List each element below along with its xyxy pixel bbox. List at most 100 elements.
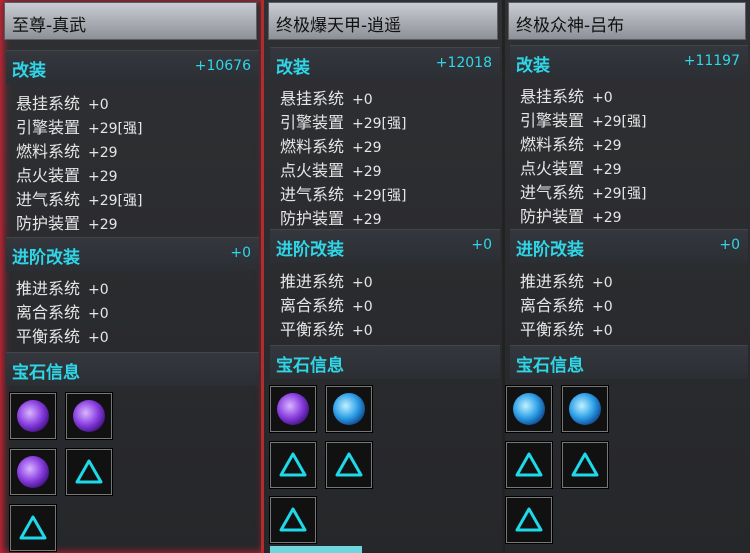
mod-name: 防护装置: [280, 209, 345, 228]
purple-gem-icon[interactable]: [66, 393, 112, 439]
mod-value: +29[强]: [352, 188, 407, 204]
mod-name: 点火装置: [280, 161, 345, 180]
panel-title-bar: 终极众神-吕布: [508, 2, 746, 40]
mod-row: 引擎装置 +29[强]: [16, 114, 142, 138]
mod-row: 点火装置 +29: [520, 155, 622, 179]
gem-section-header: 宝石信息: [270, 345, 500, 379]
adv-row: 离合系统 +0: [520, 292, 613, 316]
mod-section-header: 改装 +10676: [6, 50, 259, 84]
mod-value: +29[强]: [592, 186, 647, 202]
empty-triangle-slot-icon[interactable]: [270, 497, 316, 543]
adv-value: +0: [88, 330, 109, 346]
blue-gem-icon[interactable]: [562, 386, 608, 432]
mod-name: 燃料系统: [280, 137, 345, 156]
mod-name: 引擎装置: [520, 111, 585, 130]
vehicle-name: 终极爆天甲-逍遥: [276, 16, 402, 36]
mod-total: +12018: [435, 55, 492, 71]
mod-value: +29: [352, 212, 382, 228]
mod-title: 改装: [12, 61, 46, 81]
purple-orb: [17, 400, 49, 432]
mod-row: 悬挂系统 +0: [16, 90, 109, 114]
panel-divider: [502, 0, 505, 553]
adv-name: 推进系统: [520, 272, 585, 291]
adv-name: 离合系统: [520, 296, 585, 315]
mod-value: +0: [88, 97, 109, 113]
blue-orb: [513, 393, 545, 425]
mod-value: +29: [352, 140, 382, 156]
empty-triangle-slot-icon[interactable]: [562, 442, 608, 488]
adv-row: 平衡系统 +0: [520, 316, 613, 340]
blue-gem-icon[interactable]: [326, 386, 372, 432]
mod-value: +29[强]: [592, 114, 647, 130]
mod-name: 防护装置: [16, 214, 81, 233]
adv-row: 推进系统 +0: [16, 275, 109, 299]
purple-orb: [17, 456, 49, 488]
mod-value: +29[强]: [88, 193, 143, 209]
adv-value: +0: [352, 275, 373, 291]
mod-row: 引擎装置 +29[强]: [280, 109, 406, 133]
adv-total: +0: [230, 245, 251, 261]
mod-value: +29: [352, 164, 382, 180]
adv-value: +0: [592, 299, 613, 315]
mod-row: 进气系统 +29[强]: [16, 186, 142, 210]
mod-name: 引擎装置: [280, 113, 345, 132]
adv-title: 进阶改装: [516, 240, 584, 260]
adv-name: 离合系统: [16, 303, 81, 322]
mod-row: 点火装置 +29: [280, 157, 382, 181]
mod-value: +29: [592, 162, 622, 178]
purple-orb: [73, 400, 105, 432]
adv-row: 平衡系统 +0: [280, 316, 373, 340]
purple-gem-icon[interactable]: [10, 449, 56, 495]
empty-triangle-slot-icon[interactable]: [506, 497, 552, 543]
adv-value: +0: [592, 275, 613, 291]
adv-value: +0: [352, 323, 373, 339]
gem-section-header: 宝石信息: [6, 352, 259, 386]
mod-name: 防护装置: [520, 207, 585, 226]
blue-gem-icon[interactable]: [506, 386, 552, 432]
panel-title-bar: 至尊-真武: [4, 2, 257, 40]
vehicle-panel: 终极爆天甲-逍遥 改装 +12018 悬挂系统 +0 引擎装置 +29[强] 燃料系统 +29 点…: [264, 0, 502, 553]
adv-name: 离合系统: [280, 296, 345, 315]
mod-row: 燃料系统 +29: [520, 131, 622, 155]
mod-row: 悬挂系统 +0: [280, 85, 373, 109]
mod-value: +29: [592, 138, 622, 154]
mod-row: 防护装置 +29: [520, 203, 622, 227]
mod-value: +0: [352, 92, 373, 108]
empty-triangle-slot-icon[interactable]: [10, 505, 56, 551]
mod-total: +10676: [194, 58, 251, 74]
mod-name: 燃料系统: [520, 135, 585, 154]
mod-value: +29: [88, 217, 118, 233]
mod-name: 悬挂系统: [16, 94, 81, 113]
mod-row: 防护装置 +29: [16, 210, 118, 234]
empty-triangle-slot-icon[interactable]: [66, 449, 112, 495]
adv-section-header: 进阶改装 +0: [510, 229, 748, 263]
mod-value: +29[强]: [88, 121, 143, 137]
vehicle-panel: 至尊-真武 改装 +10676 悬挂系统 +0 引擎装置 +29[强] 燃料系统 +29 点火装置…: [0, 0, 261, 553]
adv-name: 平衡系统: [16, 327, 81, 346]
adv-name: 平衡系统: [520, 320, 585, 339]
mod-name: 悬挂系统: [520, 87, 585, 106]
mod-row: 引擎装置 +29[强]: [520, 107, 646, 131]
empty-triangle-slot-icon[interactable]: [506, 442, 552, 488]
gem-title: 宝石信息: [516, 356, 584, 376]
mod-title: 改装: [516, 56, 550, 76]
empty-triangle-slot-icon[interactable]: [270, 442, 316, 488]
mod-name: 进气系统: [520, 183, 585, 202]
mod-name: 悬挂系统: [280, 89, 345, 108]
mod-row: 进气系统 +29[强]: [280, 181, 406, 205]
purple-gem-icon[interactable]: [10, 393, 56, 439]
mod-title: 改装: [276, 58, 310, 78]
adv-row: 平衡系统 +0: [16, 323, 109, 347]
vehicle-name: 至尊-真武: [12, 16, 87, 36]
adv-value: +0: [592, 323, 613, 339]
mod-name: 点火装置: [16, 166, 81, 185]
adv-value: +0: [88, 306, 109, 322]
adv-section-header: 进阶改装 +0: [6, 237, 259, 271]
mod-value: +0: [592, 90, 613, 106]
adv-total: +0: [719, 237, 740, 253]
empty-triangle-slot-icon[interactable]: [326, 442, 372, 488]
mod-name: 进气系统: [280, 185, 345, 204]
mod-section-header: 改装 +12018: [270, 47, 500, 81]
purple-gem-icon[interactable]: [270, 386, 316, 432]
adv-total: +0: [471, 237, 492, 253]
